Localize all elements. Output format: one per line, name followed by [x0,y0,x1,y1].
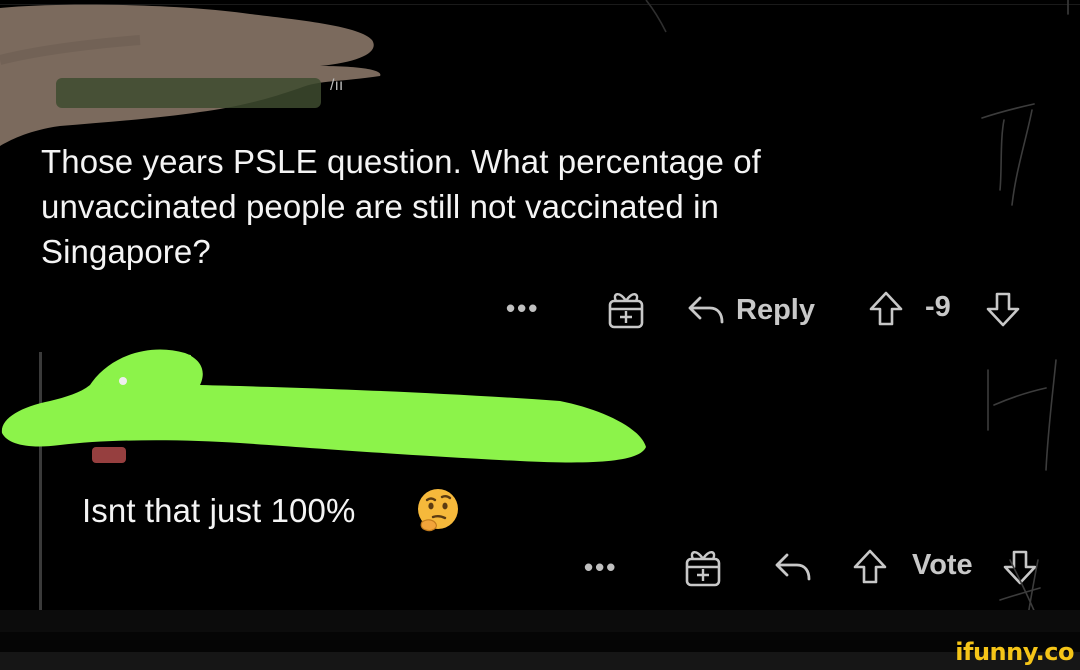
svg-text:/ıı: /ıı [330,77,343,94]
comment-1-line-2: unvaccinated people are still not vaccin… [41,188,719,225]
redaction-scribble-brown: /ıı [0,4,381,146]
comment-2-body: Isnt that just 100% [82,488,582,533]
bottom-band [0,610,1080,632]
comment-1-line-1: Those years PSLE question. What percenta… [41,143,761,180]
top-scribble-mark [645,0,667,33]
comment-1-more-button[interactable]: ••• [506,293,539,324]
reply-label: Reply [736,293,815,326]
comment-2-more-button[interactable]: ••• [584,552,617,583]
comment-2-upvote-icon[interactable] [852,548,888,586]
redaction-scribble-green [1,349,647,463]
comment-1-score: -9 [925,291,951,324]
comment-1-body: Those years PSLE question. What percenta… [41,139,941,274]
thinking-face-icon [418,489,458,532]
comment-2-award-icon[interactable] [683,547,723,587]
comment-1-reply-button[interactable]: Reply [686,290,815,330]
bottom-band-dark [0,632,1080,652]
watermark-bar [0,652,1080,670]
score-value: -9 [925,291,951,323]
reply-arrow-icon [688,296,724,324]
more-icon: ••• [584,552,618,582]
ifunny-watermark: ifunny.co [955,638,1074,666]
comment-2-text: Isnt that just 100% [82,492,356,529]
comment-1-award-icon[interactable] [606,289,646,329]
comment-1-line-3: Singapore? [41,233,211,270]
handwritten-scribbles [981,0,1069,641]
comment-2-reply-button[interactable] [773,549,813,585]
comment-1-upvote-icon[interactable] [868,290,904,328]
more-icon: ••• [506,293,540,323]
